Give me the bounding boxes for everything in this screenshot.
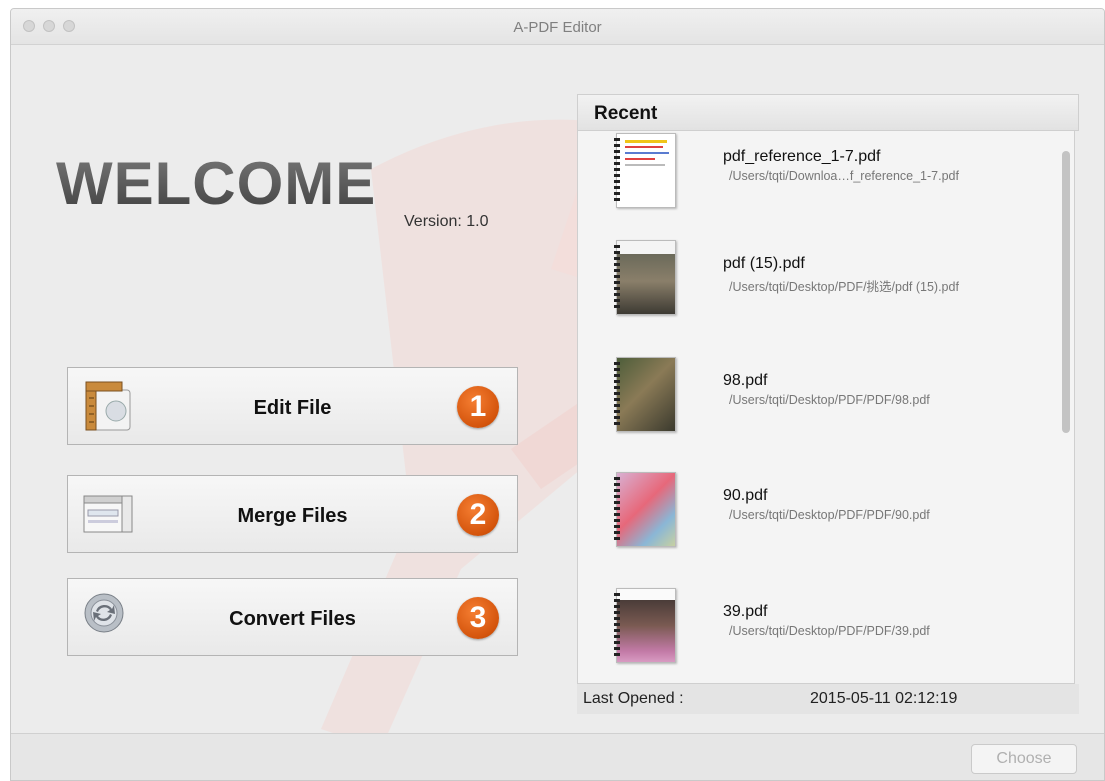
- pdf-thumbnail: [614, 240, 676, 315]
- recent-item[interactable]: pdf_reference_1-7.pdf /Users/tqti/Downlo…: [578, 133, 1058, 248]
- step-3-badge: 3: [457, 597, 499, 639]
- convert-files-icon: [84, 593, 124, 633]
- edit-file-label: Edit File: [253, 397, 332, 419]
- merge-files-icon: [83, 495, 133, 533]
- recent-file-path: /Users/tqti/Desktop/PDF/PDF/98.pdf: [729, 393, 930, 407]
- recent-item[interactable]: pdf (15).pdf /Users/tqti/Desktop/PDF/挑选/…: [578, 240, 1058, 355]
- pdf-thumbnail: [614, 133, 676, 208]
- last-opened-row: Last Opened : 2015-05-11 02:12:19: [577, 684, 1079, 714]
- recent-item[interactable]: 98.pdf /Users/tqti/Desktop/PDF/PDF/98.pd…: [578, 357, 1058, 472]
- recent-item[interactable]: 39.pdf /Users/tqti/Desktop/PDF/PDF/39.pd…: [578, 588, 1058, 683]
- version-label: Version: 1.0: [404, 213, 489, 230]
- title-bar: A-PDF Editor: [11, 9, 1104, 45]
- edit-file-icon: [85, 381, 131, 431]
- pdf-thumbnail: [614, 588, 676, 663]
- recent-file-name: pdf (15).pdf: [723, 255, 805, 272]
- recent-file-path: /Users/tqti/Downloa…f_reference_1-7.pdf: [729, 169, 959, 183]
- recent-file-path: /Users/tqti/Desktop/PDF/PDF/39.pdf: [729, 624, 930, 638]
- recent-file-name: pdf_reference_1-7.pdf: [723, 148, 881, 165]
- app-window: A-PDF Editor WELCOME Version: 1.0 Edit F…: [10, 8, 1105, 781]
- step-2-badge: 2: [457, 494, 499, 536]
- merge-files-button[interactable]: Merge Files 2: [67, 475, 518, 553]
- recent-file-name: 98.pdf: [723, 372, 768, 389]
- recent-scrollbar[interactable]: [1062, 151, 1070, 433]
- recent-panel: Recent pdf_reference_1-7.pdf /Users/tqti…: [577, 94, 1079, 714]
- convert-files-label: Convert Files: [229, 608, 356, 630]
- last-opened-value: 2015-05-11 02:12:19: [810, 690, 958, 707]
- recent-file-name: 39.pdf: [723, 603, 768, 620]
- recent-header: Recent: [577, 94, 1079, 131]
- step-1-badge: 1: [457, 386, 499, 428]
- bottom-bar: Choose: [11, 733, 1104, 780]
- welcome-heading: WELCOME: [56, 150, 377, 217]
- recent-file-path: /Users/tqti/Desktop/PDF/PDF/90.pdf: [729, 508, 930, 522]
- window-title: A-PDF Editor: [513, 19, 602, 36]
- last-opened-label: Last Opened :: [583, 690, 684, 707]
- recent-item[interactable]: 90.pdf /Users/tqti/Desktop/PDF/PDF/90.pd…: [578, 472, 1058, 587]
- recent-title: Recent: [594, 103, 658, 124]
- pdf-thumbnail: [614, 472, 676, 547]
- recent-file-path: /Users/tqti/Desktop/PDF/挑选/pdf (15).pdf: [729, 280, 959, 294]
- convert-files-button[interactable]: Convert Files 3: [67, 578, 518, 656]
- merge-files-label: Merge Files: [237, 505, 348, 527]
- choose-button[interactable]: Choose: [971, 744, 1077, 774]
- pdf-thumbnail: [614, 357, 676, 432]
- recent-list[interactable]: pdf_reference_1-7.pdf /Users/tqti/Downlo…: [577, 131, 1075, 684]
- edit-file-button[interactable]: Edit File 1: [67, 367, 518, 445]
- recent-file-name: 90.pdf: [723, 487, 768, 504]
